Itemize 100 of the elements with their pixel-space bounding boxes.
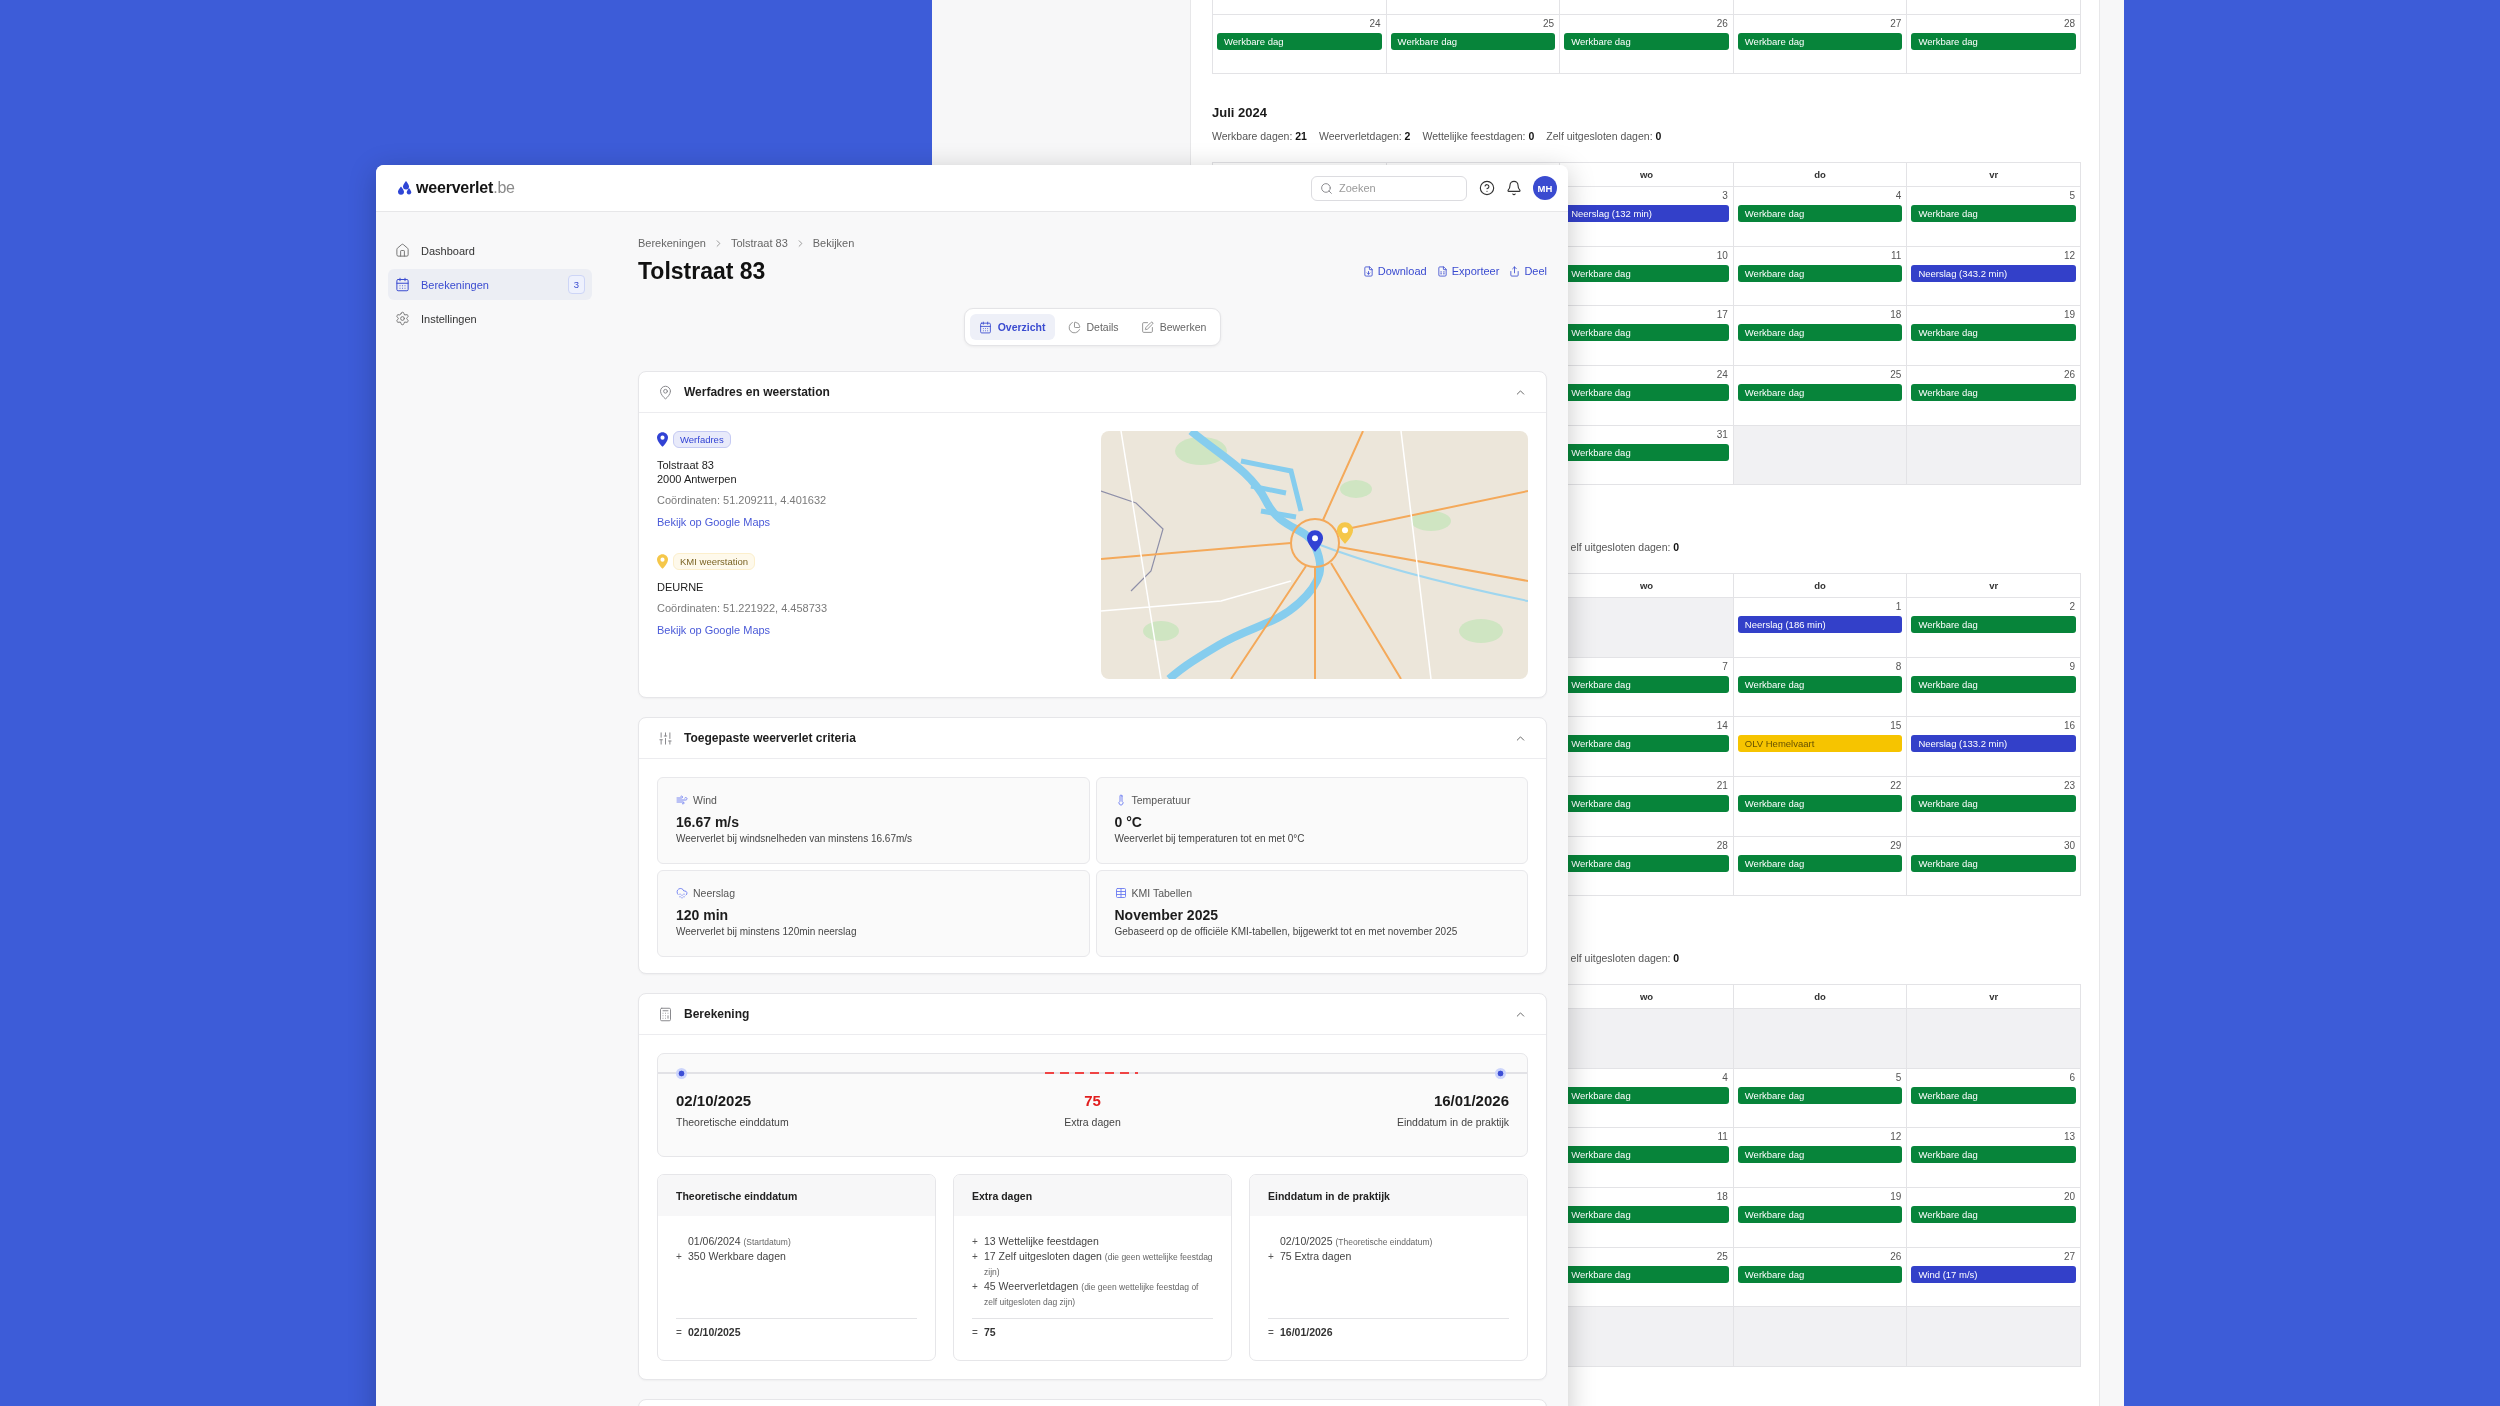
day-number: 21 [1716,779,1729,792]
day-number: 30 [2063,839,2076,852]
timeline-value: 02/10/2025 [676,1091,752,1111]
breadcrumb-item: Bekijken [812,236,855,250]
file-icon [1362,265,1374,277]
timeline-label: Theoretische einddatum [676,1115,789,1129]
criterion-label: Temperatuur [1131,794,1191,806]
criterion-description: Weerverlet bij windsnelheden van minstens 16.67m/s [676,832,913,845]
timeline-label: Einddatum in de praktijk [1396,1115,1509,1129]
total-value: 16/01/2026 [1280,1326,1333,1338]
count-badge: 3 [568,275,585,294]
wind-icon [676,794,688,806]
calendar-event: Werkbare dag [1911,324,2076,342]
total-value: 75 [984,1326,996,1338]
total-value: 02/10/2025 [688,1326,741,1338]
breadcrumb-item[interactable]: Tolstraat 83 [730,236,788,250]
card-title: Werfadres en weerstation [684,385,830,399]
criterion-value: 16.67 m/s [676,813,740,831]
day-number: 25 [1890,368,1903,381]
calendar-event: Werkbare dag [1911,205,2076,223]
calendar-event: Werkbare dag [1911,32,2076,50]
calendar-event: Neerslag (133.2 min) [1911,735,2076,753]
address-line: DEURNE [657,580,704,594]
search-field[interactable]: Zoeken [1311,175,1467,201]
criterion-value: November 2025 [1114,906,1218,924]
calendar-event: Werkbare dag [1737,675,1903,693]
sidebar-item[interactable]: Dashboard [388,235,592,266]
criterion-value: 0 °C [1114,813,1142,831]
calendar-event: Werkbare dag [1911,616,2076,634]
summary-title: Einddatum in de praktijk [1268,1189,1390,1202]
logo-text[interactable]: weerverlet.be [416,179,515,197]
day-number: 13 [2063,1131,2076,1144]
day-number: 5 [2069,190,2076,203]
day-number: 26 [1890,1250,1903,1263]
sliders-icon [658,730,673,746]
weekday-label: wo [1639,169,1654,181]
calendar-event: Werkbare dag [1564,32,1729,50]
day-number: 1 [1895,601,1903,614]
bell-icon[interactable] [1506,180,1522,196]
weekday-label: do [1814,169,1826,181]
weekday-label: vr [1989,991,1999,1003]
operator-sign: + [972,1235,978,1249]
help-icon[interactable] [1479,180,1495,196]
day-number: 27 [1890,17,1903,30]
calculation-line: 17 Zelf uitgesloten dagen (die geen wettelijke feestdag zijn) [984,1249,1213,1279]
day-number: 4 [1722,1071,1729,1084]
operator-sign: = [1268,1326,1274,1340]
day-number: 26 [1716,17,1729,30]
day-number: 28 [1716,839,1729,852]
calendar-event: Werkbare dag [1737,205,1903,223]
calendar-icon [978,320,992,334]
day-number: 8 [1895,660,1903,673]
criterion-description: Weerverlet bij minstens 120min neerslag [676,925,857,938]
breadcrumb-item[interactable]: Berekeningen [638,236,706,250]
day-number: 24 [1369,17,1382,30]
month-stat: elf uitgesloten dagen: 0 [1570,951,1680,967]
calculation-line: 13 Wettelijke feestdagen [984,1234,1100,1249]
map-pin-icon[interactable] [1306,530,1323,553]
page-title: Tolstraat 83 [638,257,766,286]
calendar-event: Werkbare dag [1737,1086,1903,1104]
day-number: 2 [2069,601,2076,614]
day-number: 19 [1890,1190,1903,1203]
timeline-dot-icon [676,1067,687,1079]
sidebar-item[interactable]: Berekeningen 3 [388,269,592,300]
day-number: 12 [1890,1131,1903,1144]
settings-icon [395,311,410,326]
google-maps-link[interactable]: Bekijk op Google Maps [657,623,771,637]
tab[interactable]: Details [1058,314,1128,340]
calculation-line: 02/10/2025 (Theoretische einddatum) [1280,1234,1434,1249]
place-badge: KMI weerstation [673,553,756,570]
summary-title: Extra dagen [972,1189,1033,1202]
calendar-event: Werkbare dag [1737,1265,1903,1283]
tab[interactable]: Bewerken [1131,314,1216,340]
day-number: 22 [1890,779,1903,792]
card-title: Toegepaste weerverlet criteria [684,731,856,745]
criterion-label: Neerslag [693,887,736,899]
sidebar-item[interactable]: Instellingen [388,303,592,334]
calendar-event: Werkbare dag [1911,1146,2076,1164]
timeline-dot-icon [1495,1067,1506,1079]
day-number: 20 [2063,1190,2076,1203]
action-link[interactable]: Exporteer [1436,265,1500,277]
day-number: 15 [1890,720,1903,733]
operator-sign: = [676,1326,682,1340]
operator-sign: + [972,1250,978,1264]
timeline-value: 75 [1084,1091,1101,1111]
action-link[interactable]: Deel [1509,265,1547,277]
day-number: 26 [2063,368,2076,381]
calendar-event: Werkbare dag [1737,264,1903,282]
calendar-event: Wind (17 m/s) [1911,1265,2076,1283]
tab[interactable]: Overzicht [969,314,1055,340]
criterion-value: 120 min [676,906,729,924]
google-maps-link[interactable]: Bekijk op Google Maps [657,515,771,529]
avatar[interactable]: MH [1533,176,1557,200]
day-number: 25 [1543,17,1556,30]
timeline-label: Extra dagen [1064,1115,1121,1129]
day-number: 31 [1716,428,1729,441]
calendar-event: Neerslag (343.2 min) [1911,264,2076,282]
action-link[interactable]: Download [1362,265,1427,277]
criterion-label: Wind [693,794,717,806]
cloud-icon [676,887,688,899]
